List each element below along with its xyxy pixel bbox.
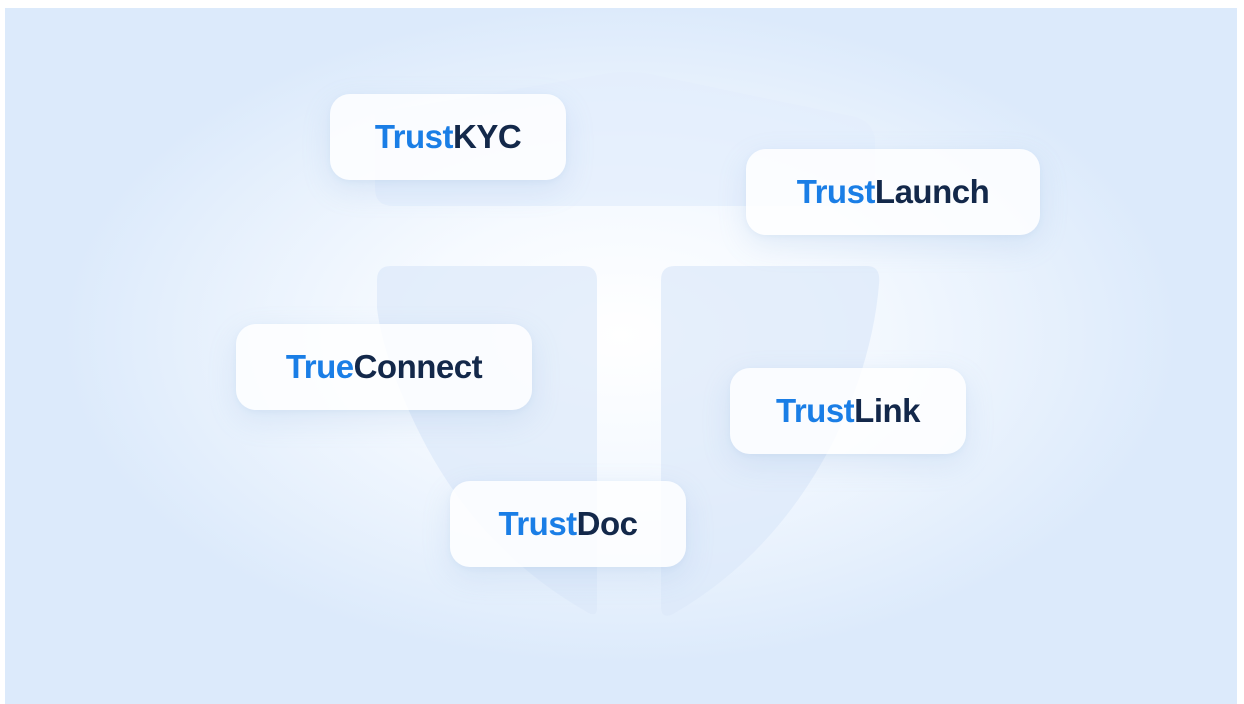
product-name-prefix: Trust [498, 505, 577, 542]
hero-illustration: Trust KYC Trust Launch True Connect Trust Li… [5, 8, 1237, 704]
product-name-prefix: Trust [775, 392, 855, 429]
product-card-trustkyc: Trust KYC [330, 94, 566, 180]
shield-t-logo-icon [375, 72, 880, 616]
product-name-prefix: Trust [796, 173, 876, 210]
product-name-suffix: Connect [353, 348, 483, 385]
product-name-prefix: True [285, 348, 354, 385]
product-name-suffix: Doc [576, 505, 638, 542]
product-name-prefix: Trust [374, 118, 454, 155]
product-card-trustlink: Trust Link [730, 368, 966, 454]
product-card-trustlaunch: Trust Launch [746, 149, 1040, 235]
product-card-trueconnect: True Connect [236, 324, 532, 410]
product-card-trustdoc: Trust Doc [450, 481, 686, 567]
product-name-suffix: KYC [453, 118, 522, 155]
product-name-suffix: Link [854, 392, 921, 429]
product-name-suffix: Launch [874, 173, 990, 210]
